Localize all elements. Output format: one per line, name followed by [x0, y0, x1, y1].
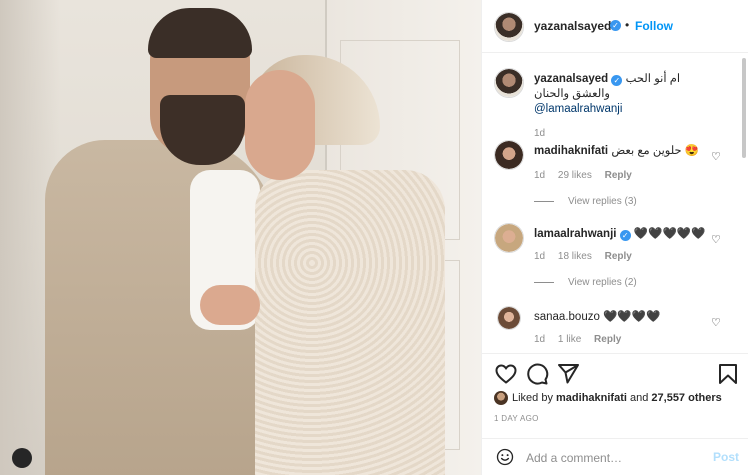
caption-mention[interactable]: @lamaalrahwanji — [534, 103, 622, 115]
comment-avatar[interactable] — [497, 306, 521, 330]
add-comment-bar: Post — [482, 438, 748, 475]
liked-by-prefix: Liked by — [512, 392, 557, 404]
comment-meta: 1d 1 like Reply — [534, 334, 631, 345]
comment-age[interactable]: 1d — [534, 251, 545, 262]
post-side-panel: yazanalsayed ✓ • Follow yazanalsayed ✓ ا… — [481, 0, 748, 475]
caption-meta: 1d — [534, 128, 555, 139]
post-modal: yazanalsayed ✓ • Follow yazanalsayed ✓ ا… — [0, 0, 748, 475]
post-photo[interactable] — [0, 0, 481, 475]
comment-age[interactable]: 1d — [534, 170, 545, 181]
share-icon[interactable] — [556, 362, 580, 386]
verified-icon: ✓ — [611, 75, 623, 86]
comment-body: 🖤🖤🖤🖤 — [603, 311, 661, 323]
comment-text: sanaa.bouzo 🖤🖤🖤🖤 — [534, 310, 709, 325]
heart-icon[interactable] — [494, 362, 518, 386]
comment-text: lamaalrahwanji ✓ 🖤🖤🖤🖤🖤 — [534, 227, 709, 242]
view-replies-label: View replies (3) — [568, 196, 637, 207]
liker-avatar[interactable] — [494, 391, 508, 405]
view-replies-button[interactable]: View replies (2) — [534, 277, 637, 288]
comment-age[interactable]: 1d — [534, 334, 545, 345]
comment-username[interactable]: madihaknifati — [534, 145, 608, 157]
reply-button[interactable]: Reply — [605, 170, 632, 181]
post-header: yazanalsayed ✓ • Follow — [482, 0, 748, 53]
author-avatar[interactable] — [494, 12, 524, 42]
comment-username[interactable]: lamaalrahwanji — [534, 228, 616, 240]
photo-woman-dress — [255, 170, 445, 475]
comment-like-icon[interactable]: ♡ — [711, 316, 721, 329]
caption-age[interactable]: 1d — [534, 128, 545, 139]
reply-button[interactable]: Reply — [605, 251, 632, 262]
photo-woman-head — [245, 70, 315, 180]
comment-likes[interactable]: 18 likes — [558, 251, 592, 262]
photo-hand — [200, 285, 260, 325]
comment-likes[interactable]: 29 likes — [558, 170, 592, 181]
liked-by-others[interactable]: 27,557 others — [651, 392, 721, 404]
author-username[interactable]: yazanalsayed — [534, 19, 611, 33]
comment-text: madihaknifati حلوين مع بعض 😍 — [534, 144, 709, 159]
view-replies-button[interactable]: View replies (3) — [534, 196, 637, 207]
view-replies-label: View replies (2) — [568, 277, 637, 288]
comment-input[interactable] — [526, 449, 696, 467]
caption-text: yazanalsayed ✓ ام أنو الحب والعشق والحنا… — [534, 72, 709, 117]
verified-icon: ✓ — [619, 230, 631, 241]
liked-by-user[interactable]: madihaknifati — [556, 392, 627, 404]
comment-meta: 1d 29 likes Reply — [534, 170, 642, 181]
replies-line — [534, 281, 554, 283]
photo-tag-icon[interactable] — [12, 448, 32, 468]
post-actions — [482, 353, 748, 393]
bookmark-icon[interactable] — [716, 362, 740, 386]
comment-username[interactable]: sanaa.bouzo — [534, 311, 600, 323]
reply-button[interactable]: Reply — [594, 334, 621, 345]
comment-body: 🖤🖤🖤🖤🖤 — [633, 228, 706, 240]
comments-scrollbar[interactable] — [742, 58, 746, 158]
follow-button[interactable]: Follow — [635, 19, 673, 33]
post-comment-button[interactable]: Post — [713, 450, 739, 464]
comment-body: حلوين مع بعض 😍 — [611, 145, 700, 157]
verified-icon: ✓ — [610, 20, 621, 31]
comments-list[interactable]: yazanalsayed ✓ ام أنو الحب والعشق والحنا… — [482, 54, 748, 350]
post-timestamp[interactable]: 1 DAY AGO — [494, 414, 539, 423]
comment-meta: 1d 18 likes Reply — [534, 251, 642, 262]
emoji-icon[interactable] — [496, 448, 514, 466]
comment-like-icon[interactable]: ♡ — [711, 233, 721, 246]
comment-avatar[interactable] — [494, 223, 524, 253]
comment-likes[interactable]: 1 like — [558, 334, 581, 345]
comment-avatar[interactable] — [494, 140, 524, 170]
liked-by-text: Liked by madihaknifati and 27,557 others — [512, 392, 722, 404]
separator-dot: • — [625, 18, 630, 32]
liked-by-and: and — [626, 392, 652, 404]
photo-man-hair — [148, 8, 252, 58]
replies-line — [534, 200, 554, 202]
comment-like-icon[interactable]: ♡ — [711, 150, 721, 163]
comment-icon[interactable] — [525, 362, 549, 386]
caption-avatar[interactable] — [494, 68, 524, 98]
caption-username[interactable]: yazanalsayed — [534, 73, 608, 85]
